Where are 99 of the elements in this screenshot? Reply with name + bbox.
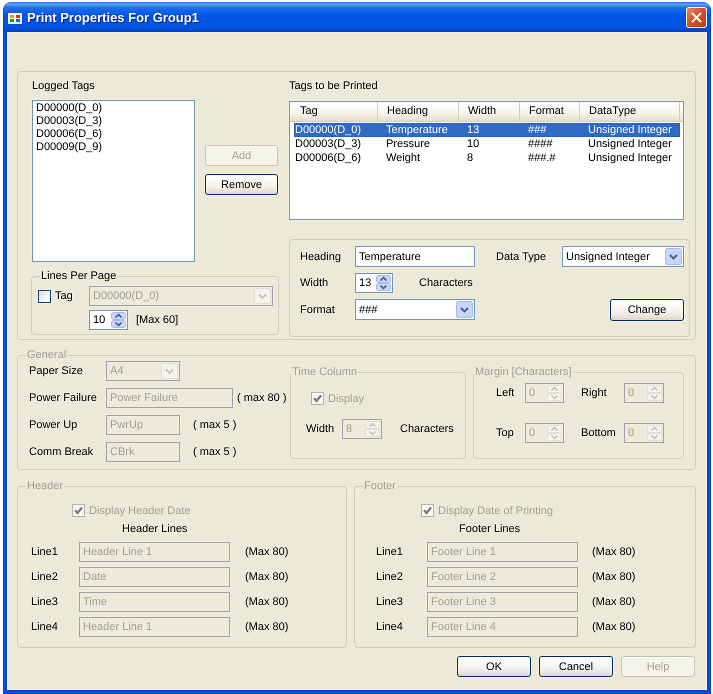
field-label: Heading [300,250,341,264]
table-row[interactable]: D00006(D_6) Weight 8 ###.# Unsigned Integer [294,151,680,165]
group-title: General [26,348,68,362]
remove-button[interactable]: Remove [205,174,278,195]
table-cell-text: 8 [466,151,474,165]
field-label: Power Failure [29,391,98,405]
limit-text: (Max 80) [245,595,288,609]
table-cell-text: Unsigned Integer [587,123,673,137]
field-label: Line2 [31,570,59,584]
section-subtitle: Header Lines [122,522,188,536]
table-cell-text: Unsigned Integer [587,137,673,151]
limit-text: (Max 80) [592,595,636,609]
close-button[interactable] [686,6,707,28]
field-label: Line4 [376,620,404,634]
table-cell-text: 10 [466,137,480,151]
column-header[interactable]: Width [459,102,520,121]
limit-text: ( max 80 ) [237,391,287,405]
column-header[interactable]: Tag [290,102,378,121]
section-subtitle: Footer Lines [459,522,520,536]
limit-text: (Max 80) [592,545,636,559]
field-label: Data Type [496,250,546,264]
unit-label: Characters [419,276,473,290]
list-item[interactable]: D00006(D_6) [35,128,192,141]
tick-icon [74,506,83,515]
column-header[interactable]: Format [520,102,580,121]
checkbox-label: Tag [55,289,73,303]
chevron-down-icon[interactable] [456,301,473,318]
cancel-button[interactable]: Cancel [539,656,613,677]
spin-field[interactable]: 10 [89,310,128,330]
checkbox-label: Display [328,392,364,406]
checkbox[interactable] [38,290,51,302]
field-label: Bottom [581,426,617,440]
group-title: Time Column [291,365,358,379]
list-label: Logged Tags [32,79,95,93]
tick-icon [423,506,432,515]
field-label: Top [496,426,515,440]
limit-text: (Max 80) [245,545,288,559]
spin-arrows-icon[interactable] [376,275,391,291]
field-label: Format [300,302,335,316]
table-cell-text: D00006(D_6) [294,151,362,165]
dropdown-field[interactable]: Unsigned Integer [562,246,684,267]
app-icon [8,10,22,24]
group-title: Header [26,479,64,493]
checkbox-label: Display Header Date [89,504,190,518]
table-cell-text: D00000(D_0) [294,123,362,137]
spin-field[interactable]: 13 [355,273,393,293]
field-label: Line3 [376,595,404,609]
table-cell-text: D00003(D_3) [294,137,362,151]
field-label: Line2 [376,570,404,584]
text-field[interactable]: Temperature [355,246,475,267]
tags-table[interactable]: Tag Heading Width Format DataType D00000(D_0) Temperature 13 ### Unsigned Integer D00003(D_3) Pressure 10 #### Unsigned Integer D00006(D_6) Weight 8 ###.# Unsigned Integer [289,101,684,220]
field-label: Comm Break [29,445,94,459]
ok-button[interactable]: OK [457,656,531,677]
close-icon [691,12,702,22]
checkbox-label: Display Date of Printing [438,504,553,518]
list-label: Tags to be Printed [289,79,378,93]
table-cell-text: Temperature [385,123,449,137]
column-header[interactable]: Heading [378,102,459,121]
field-label: Right [581,386,608,400]
limit-text: (Max 80) [592,620,636,634]
field-label: Line1 [31,545,59,559]
table-cell-text: ###.# [527,151,557,165]
list-item[interactable]: D00009(D_9) [35,141,192,154]
list-item[interactable]: D00000(D_0) [35,102,192,115]
table-row[interactable]: D00003(D_3) Pressure 10 #### Unsigned Integer [294,137,680,151]
limit-text: (Max 80) [245,620,288,634]
change-button[interactable]: Change [610,298,684,320]
limit-text: (Max 80) [592,570,636,584]
unit-label: Characters [400,422,454,436]
column-header[interactable]: DataType [580,102,680,121]
limit-text: ( max 5 ) [193,445,236,459]
field-label: Power Up [29,418,78,432]
table-cell-text: Pressure [385,137,432,151]
table-cell-text: #### [527,137,554,151]
limit-text: ( max 5 ) [193,418,236,432]
chevron-down-icon[interactable] [665,248,682,265]
table-cell-text: Weight [385,151,422,165]
table-row[interactable]: D00000(D_0) Temperature 13 ### Unsigned Integer [294,123,680,137]
group-title: Footer [363,479,397,493]
table-cell-text: Unsigned Integer [587,151,673,165]
limit-text: (Max 80) [245,570,288,584]
field-label: Line3 [31,595,59,609]
group-title: Margin [Characters] [474,365,573,379]
field-label: Width [306,422,336,436]
logged-tags-list[interactable]: D00000(D_0) D00003(D_3) D00006(D_6) D00009(D_9) [32,100,195,262]
table-cell-text: ### [527,123,548,137]
list-item[interactable]: D00003(D_3) [35,115,192,128]
group-title: Lines Per Page [40,269,118,283]
field-label: Paper Size [29,364,84,378]
table-cell-text: 13 [466,123,480,137]
field-label: Width [300,276,328,290]
field-label: Line4 [31,620,59,634]
window-title: Print Properties For Group1 [27,10,200,24]
field-label: Left [496,386,516,400]
spin-arrows-icon[interactable] [111,312,126,328]
limit-text: [Max 60] [136,313,178,327]
dropdown-field[interactable]: ### [355,299,475,320]
tick-icon [313,394,322,403]
field-label: Line1 [376,545,404,559]
